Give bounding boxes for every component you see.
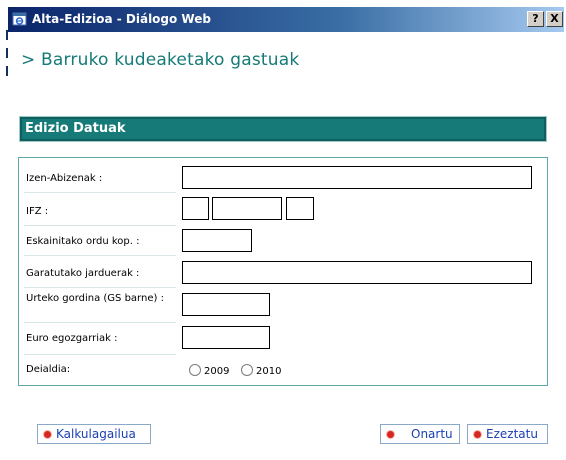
calculator-button[interactable]: Kalkulagailua (37, 424, 151, 444)
window-edge-mark (6, 66, 8, 76)
ifz-input-1[interactable] (182, 197, 209, 220)
ifz-input-3[interactable] (286, 197, 314, 220)
accept-button-label: Onartu (411, 427, 453, 441)
name-label: Izen-Abizenak : (26, 173, 103, 184)
ifz-input-2[interactable] (212, 197, 282, 220)
call-label: Deialdia: (26, 364, 71, 375)
row-divider (24, 225, 176, 226)
accept-button[interactable]: Onartu (380, 424, 460, 444)
window-titlebar[interactable]: Alta-Edizioa - Diálogo Web ? X (8, 7, 564, 32)
close-button[interactable]: X (546, 11, 563, 27)
bullet-icon (44, 431, 51, 438)
ifz-label: IFZ : (26, 206, 49, 217)
hours-input[interactable] (182, 229, 252, 252)
section-header: Edizio Datuak (19, 116, 547, 142)
call-radio-2009[interactable] (189, 364, 201, 376)
calculator-button-label: Kalkulagailua (56, 427, 136, 441)
name-input[interactable] (182, 166, 532, 189)
euro-label: Euro egozgarriak : (26, 333, 118, 344)
annual-input[interactable] (182, 293, 270, 316)
annual-label: Urteko gordina (GS barne) : (26, 293, 164, 304)
row-divider (24, 192, 176, 193)
row-divider (24, 255, 176, 256)
help-button[interactable]: ? (527, 11, 544, 27)
cancel-button[interactable]: Ezeztatu (467, 424, 548, 444)
euro-input[interactable] (182, 326, 270, 349)
call-option-2010-label: 2010 (256, 366, 282, 377)
window-title: Alta-Edizioa - Diálogo Web (32, 12, 211, 26)
row-divider (24, 287, 176, 288)
activities-label: Garatutako jarduerak : (26, 268, 140, 279)
call-radio-2010[interactable] (241, 364, 253, 376)
row-divider (24, 322, 176, 323)
section-title: Edizio Datuak (25, 121, 126, 136)
internet-explorer-icon (12, 12, 27, 26)
bullet-icon (474, 431, 481, 438)
bullet-icon (387, 431, 394, 438)
activities-input[interactable] (182, 261, 532, 284)
window-edge-mark (6, 48, 8, 58)
call-option-2009-label: 2009 (204, 366, 230, 377)
hours-label: Eskainitako ordu kop. : (26, 236, 140, 247)
page-title: > Barruko kudeaketako gastuak (21, 50, 300, 70)
row-divider (24, 354, 176, 355)
cancel-button-label: Ezeztatu (486, 427, 538, 441)
